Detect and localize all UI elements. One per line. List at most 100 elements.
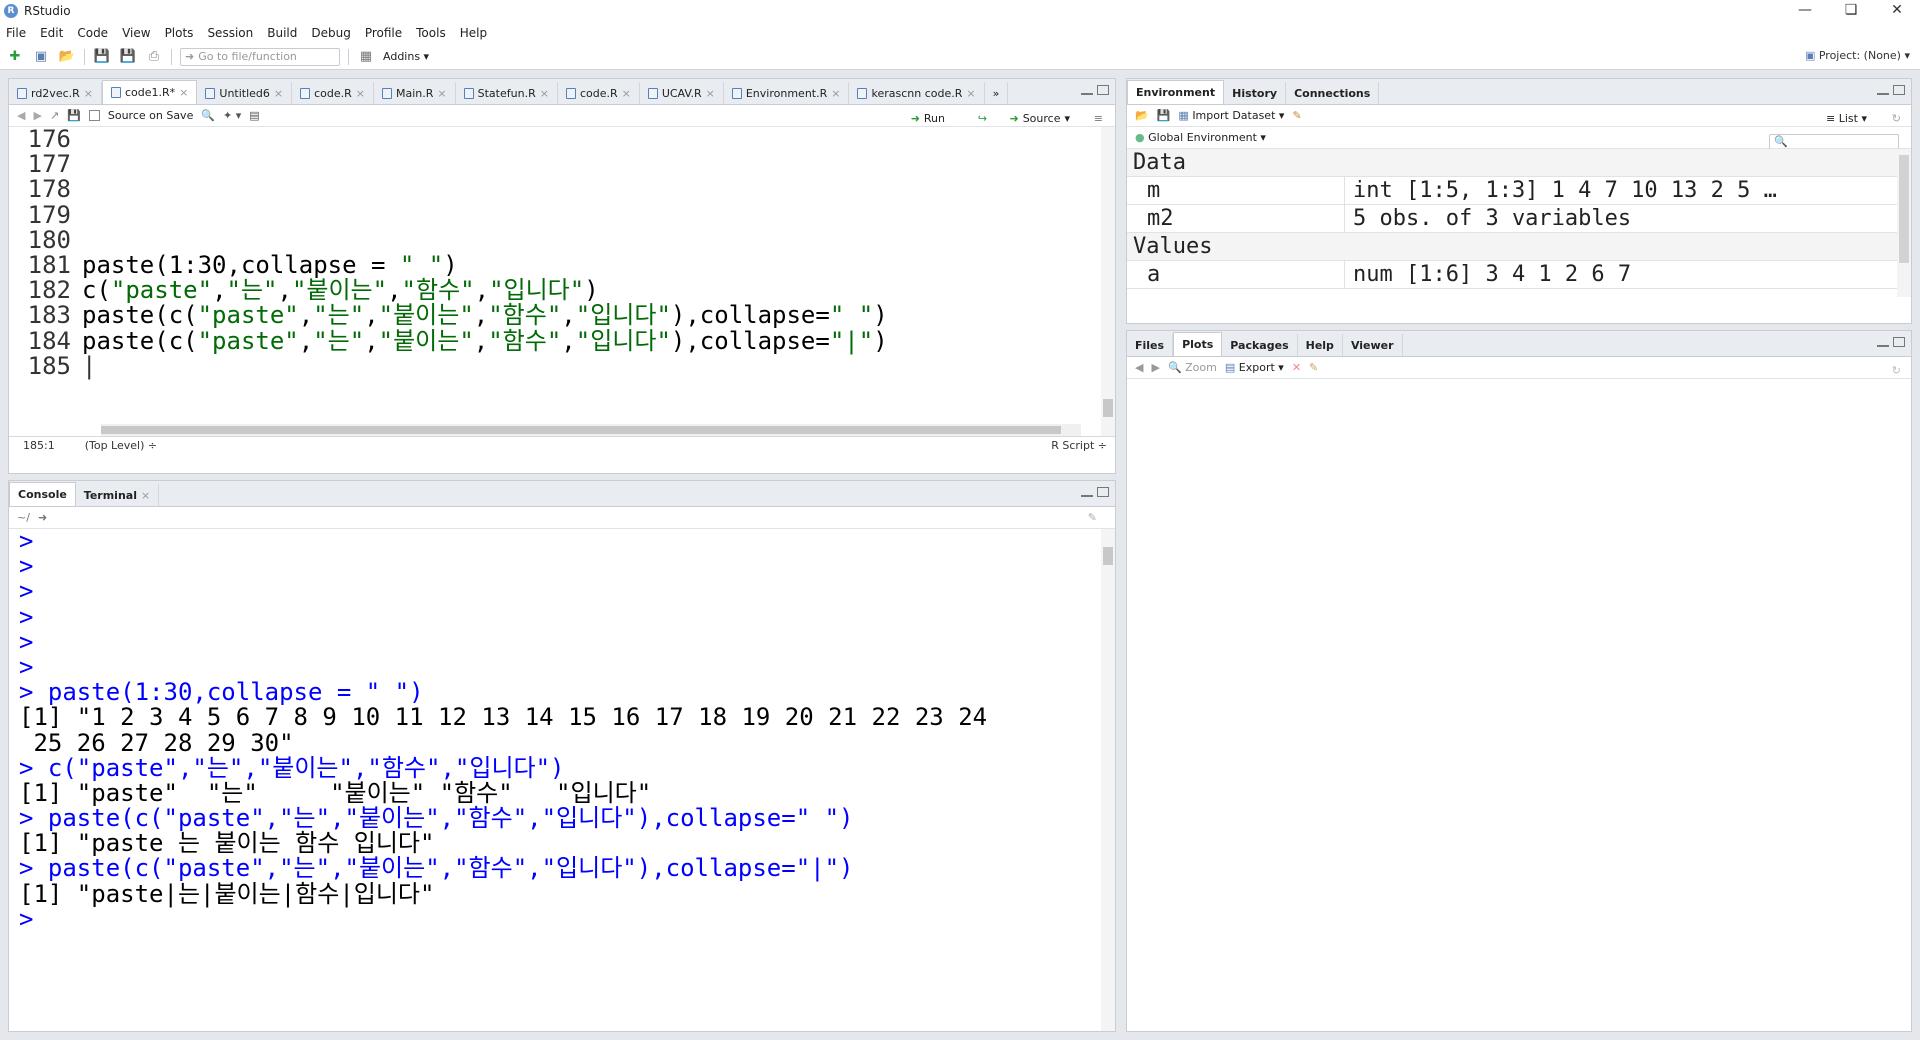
menu-help[interactable]: Help: [460, 26, 487, 40]
minimize-pane-icon[interactable]: [1877, 337, 1889, 347]
source-button[interactable]: ➜ Source ▾: [1009, 112, 1070, 125]
console-vertical-scrollbar[interactable]: [1101, 529, 1115, 1031]
rerun-icon[interactable]: ↪: [978, 112, 987, 125]
minimize-pane-icon[interactable]: [1877, 85, 1889, 95]
maximize-pane-icon[interactable]: [1893, 85, 1905, 95]
import-dataset-button[interactable]: ▦ Import Dataset ▾: [1178, 109, 1284, 122]
compile-report-icon[interactable]: ▤: [249, 109, 259, 122]
menu-build[interactable]: Build: [267, 26, 297, 40]
restore-window-button[interactable]: ❏: [1828, 0, 1874, 22]
editor-horizontal-scrollbar[interactable]: [101, 424, 1081, 436]
find-replace-icon[interactable]: 🔍: [201, 109, 215, 122]
save-workspace-icon[interactable]: 💾: [1157, 109, 1171, 122]
editor-tab[interactable]: rd2vec.R ×: [9, 82, 102, 104]
open-file-icon[interactable]: 📂: [58, 49, 76, 65]
show-in-window-icon[interactable]: ↗: [50, 109, 59, 122]
close-tab-icon[interactable]: ×: [622, 87, 631, 100]
close-tab-icon[interactable]: ×: [274, 87, 283, 100]
source-on-save-checkbox[interactable]: [88, 110, 100, 121]
code-line[interactable]: [82, 127, 888, 152]
previous-plot-icon[interactable]: ◀: [1135, 361, 1143, 374]
more-tabs-button[interactable]: »: [985, 82, 1009, 104]
export-button[interactable]: ▤ Export ▾: [1225, 361, 1284, 374]
minimize-window-button[interactable]: —: [1782, 0, 1828, 22]
scrollbar-thumb[interactable]: [1103, 547, 1113, 565]
environment-tab[interactable]: Environment: [1127, 80, 1225, 104]
editor-tab[interactable]: Statefun.R ×: [456, 82, 558, 104]
run-button[interactable]: ➜ Run: [911, 112, 945, 125]
files-tab[interactable]: Packages: [1222, 334, 1298, 356]
minimize-pane-icon[interactable]: [1081, 85, 1093, 95]
code-line[interactable]: [82, 203, 888, 228]
code-line[interactable]: [82, 177, 888, 202]
code-tools-wand-icon[interactable]: ✦ ▾: [223, 109, 241, 122]
files-tab[interactable]: Help: [1298, 334, 1343, 356]
clear-console-broom-icon[interactable]: ✎: [1088, 511, 1097, 524]
next-plot-icon[interactable]: ▶: [1151, 361, 1159, 374]
menu-debug[interactable]: Debug: [311, 26, 350, 40]
code-text[interactable]: paste(1:30,collapse = " ") c("paste","는",…: [82, 127, 888, 379]
close-tab-icon[interactable]: ×: [84, 87, 93, 100]
menu-profile[interactable]: Profile: [365, 26, 402, 40]
save-file-icon[interactable]: 💾: [67, 109, 81, 122]
clear-plots-broom-icon[interactable]: ✎: [1309, 361, 1318, 374]
close-tab-icon[interactable]: ×: [437, 87, 446, 100]
editor-vertical-scrollbar[interactable]: [1101, 127, 1115, 436]
close-tab-icon[interactable]: ×: [831, 87, 840, 100]
go-to-directory-icon[interactable]: ➜: [38, 511, 47, 524]
forward-arrow-icon[interactable]: ▶: [33, 109, 41, 122]
maximize-pane-icon[interactable]: [1097, 85, 1109, 95]
close-tab-icon[interactable]: ×: [356, 87, 365, 100]
close-tab-icon[interactable]: ×: [179, 86, 188, 99]
save-icon[interactable]: 💾: [93, 49, 111, 65]
save-all-icon[interactable]: 💾: [119, 49, 137, 65]
clear-objects-broom-icon[interactable]: ✎: [1292, 109, 1301, 122]
editor-tab[interactable]: Environment.R ×: [724, 82, 850, 104]
zoom-button[interactable]: 🔍 Zoom: [1168, 361, 1217, 374]
close-tab-icon[interactable]: ×: [966, 87, 975, 100]
code-line[interactable]: paste(1:30,collapse = " "): [82, 252, 888, 278]
code-line[interactable]: paste(c("paste","는","붙이는","함수","입니다"),co…: [82, 303, 888, 328]
menu-file[interactable]: File: [6, 26, 26, 40]
close-tab-icon[interactable]: ×: [141, 489, 150, 502]
files-tab[interactable]: Plots: [1173, 332, 1223, 356]
close-tab-icon[interactable]: ×: [706, 87, 715, 100]
addins-menu[interactable]: Addins ▾: [383, 50, 429, 63]
menu-edit[interactable]: Edit: [40, 26, 63, 40]
console-tab[interactable]: Console: [9, 482, 76, 506]
document-outline-icon[interactable]: ≡: [1094, 112, 1103, 125]
go-to-file-input[interactable]: ➜ Go to file/function: [180, 47, 340, 66]
console-tab[interactable]: Terminal ×: [76, 484, 160, 506]
editor-tab[interactable]: Main.R ×: [374, 82, 456, 104]
editor-tab[interactable]: UCAV.R ×: [640, 82, 724, 104]
refresh-icon[interactable]: ↻: [1892, 364, 1901, 377]
menu-tools[interactable]: Tools: [416, 26, 446, 40]
new-project-icon[interactable]: ▣: [32, 49, 50, 65]
code-line[interactable]: c("paste","는","붙이는","함수","입니다"): [82, 278, 888, 303]
editor-tab[interactable]: code1.R* ×: [102, 80, 198, 104]
code-line[interactable]: paste(c("paste","는","붙이는","함수","입니다"),co…: [82, 328, 888, 354]
files-tab[interactable]: Files: [1127, 334, 1174, 356]
environment-tab[interactable]: Connections: [1286, 82, 1380, 104]
menu-code[interactable]: Code: [77, 26, 108, 40]
environment-row[interactable]: m2 5 obs. of 3 variables: [1127, 204, 1911, 233]
back-arrow-icon[interactable]: ◀: [17, 109, 25, 122]
environment-tab[interactable]: History: [1224, 82, 1287, 104]
project-menu[interactable]: ▣ Project: (None) ▾: [1805, 49, 1910, 62]
menu-plots[interactable]: Plots: [165, 26, 194, 40]
code-line[interactable]: [82, 152, 888, 177]
remove-plot-icon[interactable]: ✕: [1292, 361, 1301, 374]
new-file-icon[interactable]: ✚: [6, 49, 24, 65]
menu-view[interactable]: View: [122, 26, 150, 40]
scrollbar-thumb[interactable]: [1899, 155, 1909, 263]
code-line[interactable]: [82, 228, 888, 253]
workspace-panes-icon[interactable]: ▦: [357, 49, 375, 65]
editor-tab[interactable]: kerascnn code.R ×: [849, 82, 985, 104]
files-tab[interactable]: Viewer: [1343, 334, 1403, 356]
console-text[interactable]: > > > > > > > paste(1:30,collapse = " ") [1] "1…: [19, 529, 987, 932]
menu-session[interactable]: Session: [207, 26, 253, 40]
editor-tab[interactable]: code.R ×: [292, 82, 375, 104]
code-line[interactable]: |: [82, 353, 888, 379]
environment-row[interactable]: m int [1:5, 1:3] 1 4 7 10 13 2 5 …: [1127, 176, 1911, 205]
close-tab-icon[interactable]: ×: [540, 87, 549, 100]
